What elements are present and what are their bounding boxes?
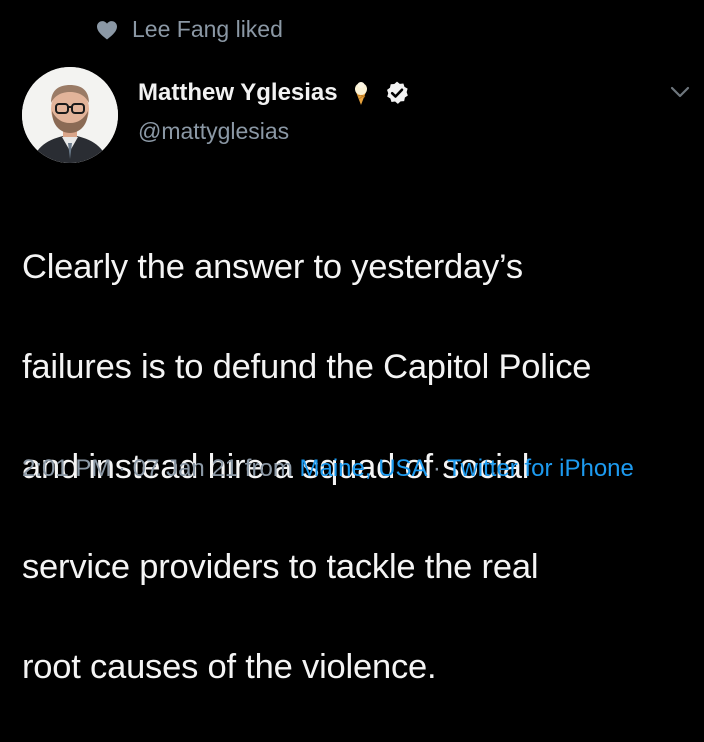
avatar-portrait [22, 67, 118, 163]
meta-separator: · [111, 455, 133, 482]
social-context-label[interactable]: Lee Fang liked [132, 16, 283, 43]
avatar[interactable] [22, 67, 118, 163]
tweet-text-line: failures is to defund the Capitol Police [22, 348, 592, 386]
tweet-text-line: root causes of the violence. [22, 648, 437, 686]
ice-cream-cone-icon [354, 82, 367, 105]
location-link[interactable]: Maine, USA [299, 455, 426, 482]
verified-badge-icon [386, 81, 408, 104]
display-name[interactable]: Matthew Yglesias [138, 79, 338, 107]
chevron-down-icon[interactable] [668, 82, 692, 102]
tweet-header: Matthew Yglesias @mattyglesias [138, 76, 410, 145]
name-row: Matthew Yglesias [138, 76, 410, 110]
heart-icon [97, 20, 117, 40]
meta-separator: · [426, 455, 448, 482]
tweet-time[interactable]: 2:01 PM [22, 455, 111, 482]
from-label: from [238, 455, 300, 482]
tweet-date[interactable]: 07 Jan 21 [133, 455, 238, 482]
tweet-meta: 2:01 PM · 07 Jan 21 from Maine, USA · Tw… [22, 450, 682, 487]
source-link[interactable]: Twitter for iPhone [447, 455, 634, 482]
tweet-text-line: service providers to tackle the real [22, 548, 539, 586]
tweet-text-line: Clearly the answer to yesterday’s [22, 248, 523, 286]
user-handle[interactable]: @mattyglesias [138, 118, 410, 145]
social-context: Lee Fang liked [96, 16, 283, 43]
